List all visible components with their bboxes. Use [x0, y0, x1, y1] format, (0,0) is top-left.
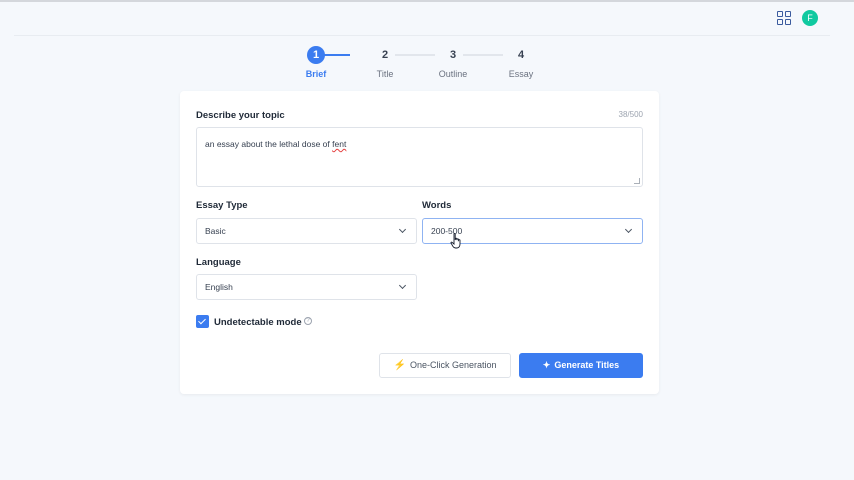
generate-label: Generate Titles — [554, 360, 620, 370]
generate-titles-button[interactable]: ✦ Generate Titles — [519, 353, 643, 378]
misspelled-word: fent — [332, 139, 347, 149]
topic-text: an essay about the lethal dose of — [205, 139, 333, 149]
step-label: Title — [376, 69, 394, 79]
step-label: Essay — [508, 69, 534, 79]
char-counter: 38/500 — [618, 110, 643, 119]
step-title[interactable]: 2 Title — [355, 46, 415, 79]
step-number: 2 — [381, 49, 389, 61]
step-outline[interactable]: 3 Outline — [423, 46, 483, 79]
brief-form-card: Describe your topic 38/500 an essay abou… — [180, 91, 659, 394]
step-number: 4 — [517, 49, 525, 61]
essay-type-value: Basic — [205, 226, 226, 236]
chevron-down-icon — [398, 225, 407, 234]
step-number: 1 — [307, 46, 325, 64]
topic-textarea[interactable]: an essay about the lethal dose of fent — [196, 127, 643, 187]
step-brief[interactable]: 1 Brief — [286, 46, 346, 79]
topic-label: Describe your topic — [196, 110, 285, 121]
words-label: Words — [422, 200, 452, 211]
language-value: English — [205, 282, 233, 292]
step-essay[interactable]: 4 Essay — [491, 46, 551, 79]
progress-stepper: 1 Brief 2 Title 3 Outline 4 Essay — [300, 46, 550, 80]
magic-wand-icon: ✦ — [542, 360, 551, 370]
window-top-border — [0, 0, 854, 2]
step-number: 3 — [449, 49, 457, 61]
essay-type-select[interactable]: Basic — [196, 218, 417, 244]
resize-handle[interactable] — [634, 178, 640, 184]
undetectable-label: Undetectable mode — [214, 317, 302, 328]
one-click-label: One-Click Generation — [409, 360, 497, 370]
hand-cursor-icon — [450, 233, 461, 249]
chevron-down-icon — [398, 281, 407, 290]
chevron-down-icon — [624, 225, 633, 234]
header-divider — [14, 35, 830, 36]
language-label: Language — [196, 257, 241, 268]
undetectable-checkbox[interactable] — [196, 315, 209, 328]
essay-type-label: Essay Type — [196, 200, 248, 211]
lightning-icon: ⚡ — [393, 360, 406, 371]
one-click-generation-button[interactable]: ⚡ One-Click Generation — [379, 353, 511, 378]
step-label: Brief — [305, 69, 327, 79]
user-avatar[interactable]: F — [802, 10, 818, 26]
apps-grid-icon[interactable] — [777, 11, 791, 25]
help-icon[interactable]: ? — [304, 317, 312, 325]
step-label: Outline — [438, 69, 468, 79]
language-select[interactable]: English — [196, 274, 417, 300]
